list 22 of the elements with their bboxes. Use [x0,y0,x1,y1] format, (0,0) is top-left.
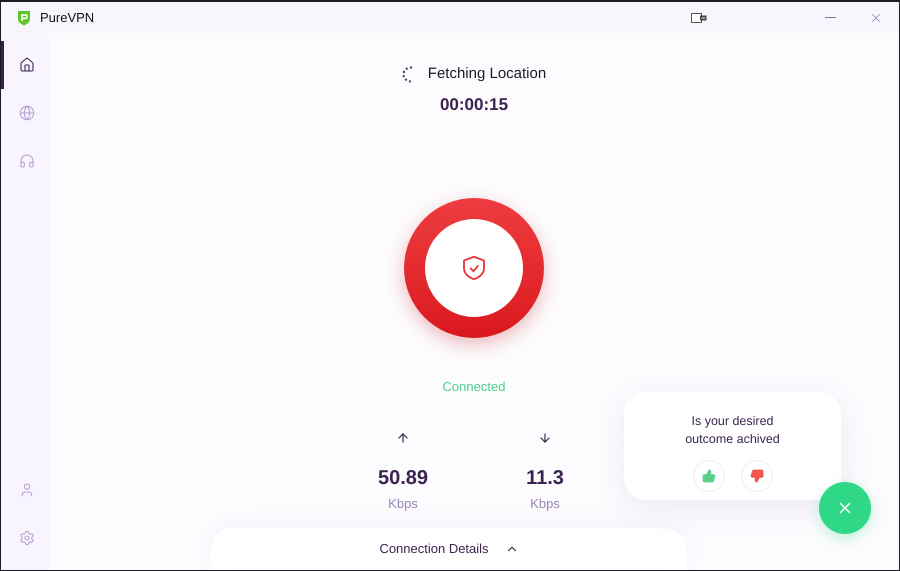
feedback-question: Is your desired outcome achived [684,413,781,448]
thumbs-up-icon [702,469,716,483]
settings-icon [18,530,34,546]
home-icon [18,57,34,73]
speed-value: 50.89 [378,468,428,488]
minimize-icon [824,17,836,18]
speed-unit: Kbps [388,494,418,513]
thumbs-down-icon [750,469,764,483]
window-title: PureVPN [40,8,94,27]
shield-logo-icon [17,10,31,26]
thumbs-down-button[interactable] [740,460,772,492]
connection-details-panel[interactable]: Connection Details [211,528,687,570]
mini-mode-icon[interactable] [691,12,707,22]
globe-icon [18,105,34,121]
close-feedback-button[interactable] [819,482,871,534]
thumbs-up-button[interactable] [692,460,724,492]
speed-value: 11.3 [526,468,564,488]
timer: 00:00:15 [440,94,508,116]
headset-icon [18,153,34,169]
connection-status: Connected [442,378,506,396]
status-message: Fetching Location [428,64,546,84]
speed-unit: Kbps [530,494,560,513]
